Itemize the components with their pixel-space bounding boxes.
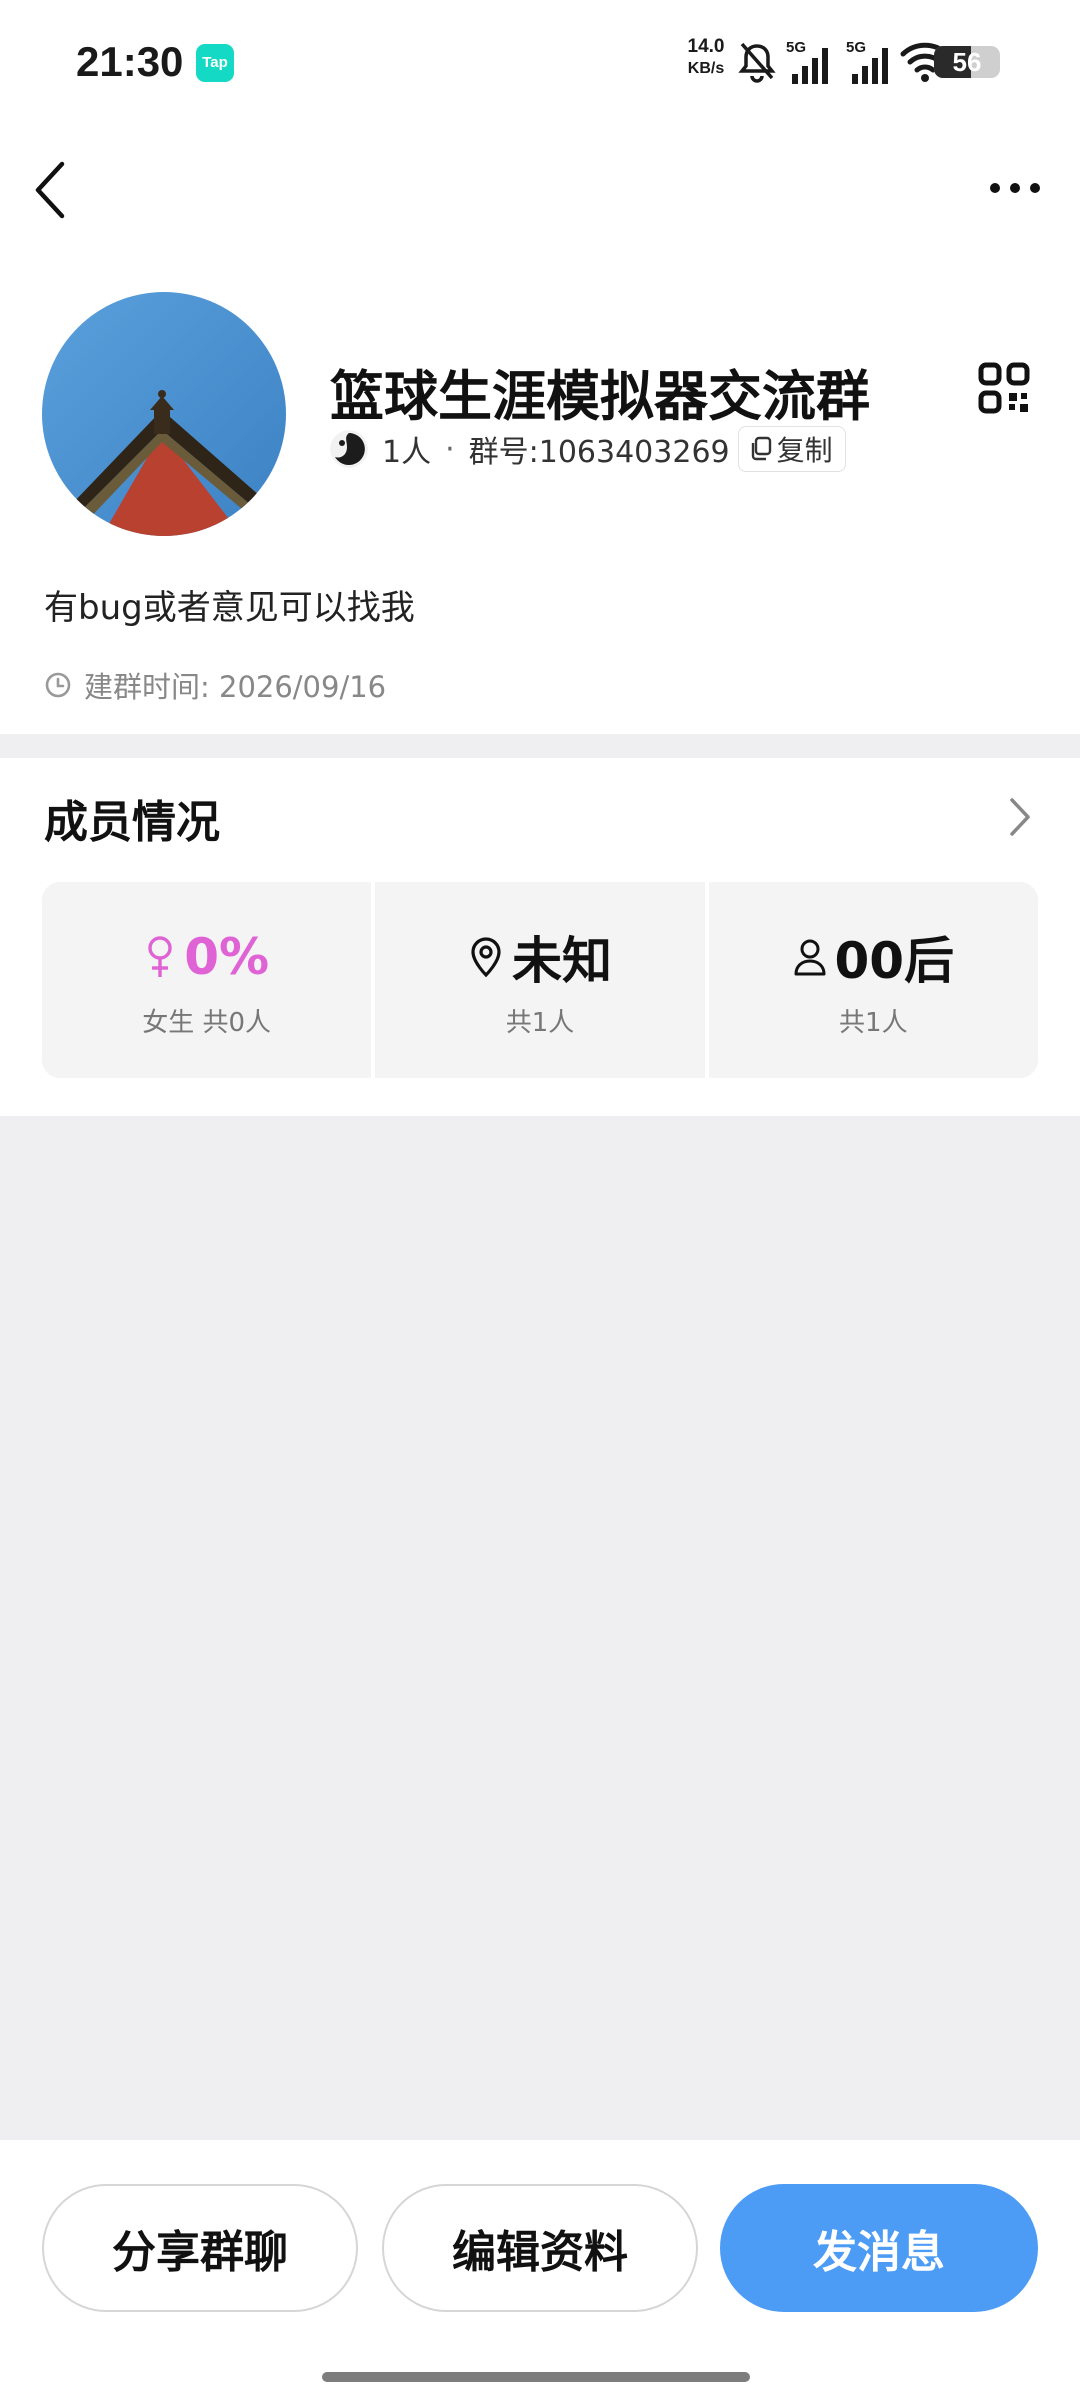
signal-sim2-icon: 5G (846, 39, 888, 84)
signal-sim1-icon: 5G (786, 39, 828, 84)
status-bar: 21:30 Tap 14.0 KB/s 5G 5G 56 (0, 0, 1080, 124)
battery-icon: 56 (934, 46, 1000, 78)
member-count: 1人 (382, 435, 432, 470)
home-indicator[interactable] (322, 2372, 750, 2382)
stat-age-main: 00后 (793, 922, 955, 992)
create-time: 建群时间: 2026/09/16 (44, 664, 386, 706)
more-dots-icon (990, 183, 1040, 193)
stat-gender-sub: 女生 共0人 (142, 1007, 272, 1038)
group-meta: 1人 · 群号:1063403269 复制 (330, 426, 846, 472)
more-button[interactable] (980, 160, 1050, 216)
meta-separator: · (445, 431, 455, 467)
person-icon (794, 939, 826, 975)
female-icon (148, 935, 172, 977)
stat-location-main: 未知 (468, 922, 612, 992)
group-avatar-image (42, 292, 286, 536)
member-avatar[interactable] (330, 430, 368, 468)
tap-app-icon: Tap (196, 44, 234, 82)
copy-icon (751, 436, 771, 461)
stat-location-value: 未知 (511, 931, 612, 990)
stat-age-sub: 共1人 (839, 1007, 908, 1038)
copy-button[interactable]: 复制 (737, 426, 846, 472)
group-intro: 有bug或者意见可以找我 (44, 588, 415, 628)
group-name: 篮球生涯模拟器交流群 (330, 365, 870, 428)
battery-percent: 56 (952, 47, 982, 77)
member-stats: 0% 女生 共0人 未知 共1人 00后 共1人 (42, 882, 1038, 1078)
network-speed-unit: KB/s (687, 60, 725, 77)
back-button[interactable] (24, 150, 84, 230)
stat-location[interactable]: 未知 共1人 (375, 882, 705, 1078)
stat-gender[interactable]: 0% 女生 共0人 (42, 882, 372, 1078)
group-avatar[interactable] (42, 292, 286, 536)
stat-location-sub: 共1人 (505, 1007, 575, 1038)
svg-text:5G: 5G (786, 39, 806, 56)
status-time: 21:30 (76, 38, 184, 85)
network-speed-value: 14.0 (687, 36, 725, 57)
clock-icon (45, 672, 71, 698)
create-time-text: 建群时间: 2026/09/16 (84, 670, 387, 704)
stat-age-value: 00后 (834, 931, 955, 990)
stat-gender-main: 0% (144, 922, 269, 992)
location-pin-icon (471, 936, 501, 977)
copy-label: 复制 (776, 434, 833, 467)
stat-gender-value: 0% (184, 927, 270, 986)
share-group-button[interactable]: 分享群聊 (42, 2184, 358, 2312)
section-divider (0, 734, 1080, 758)
chevron-left-icon (35, 161, 65, 219)
member-section-title[interactable]: 成员情况 (44, 786, 220, 850)
empty-content-area (0, 1116, 1080, 2140)
stat-age[interactable]: 00后 共1人 (708, 882, 1038, 1078)
chevron-right-icon (1010, 798, 1030, 836)
group-id: 群号:1063403269 (468, 435, 730, 470)
send-message-button[interactable]: 发消息 (720, 2184, 1038, 2312)
svg-text:5G: 5G (846, 39, 866, 56)
member-section-more[interactable] (998, 792, 1038, 842)
edit-profile-button[interactable]: 编辑资料 (382, 2184, 698, 2312)
qr-code-icon (978, 362, 1030, 414)
network-speed: 14.0 KB/s (680, 36, 732, 80)
qr-code-button[interactable] (978, 362, 1030, 414)
mute-bell-icon (738, 42, 776, 83)
